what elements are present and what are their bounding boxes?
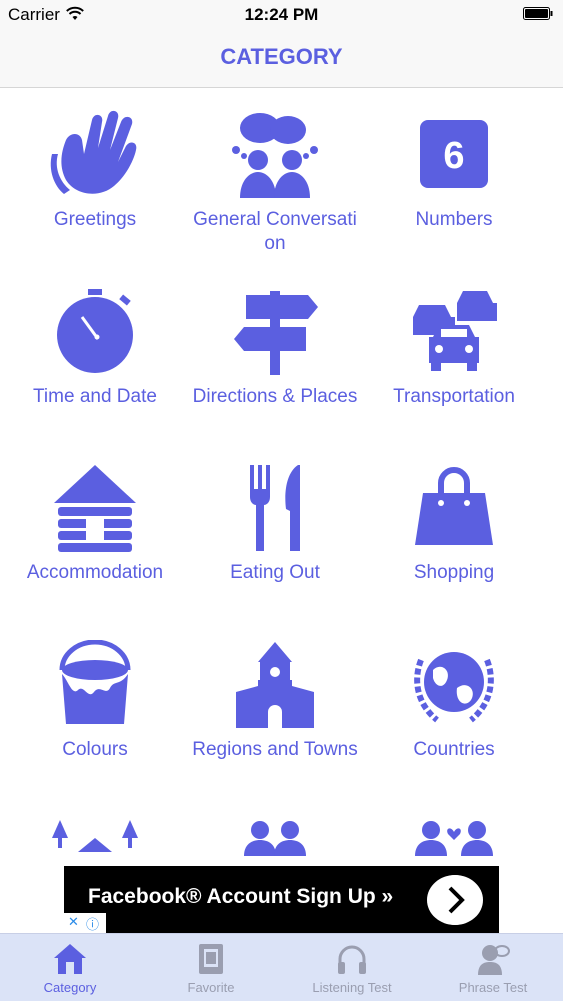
person-speech-icon xyxy=(478,945,510,975)
tab-listening-test[interactable]: Listening Test xyxy=(282,934,422,1001)
category-label: Numbers xyxy=(415,209,493,230)
ad-close-button[interactable]: ✕ ⓘ xyxy=(64,913,106,933)
tab-bar: Category Favorite Listening Test Phrase … xyxy=(0,933,563,1001)
signpost-icon xyxy=(234,291,318,375)
category-numbers[interactable]: 6 Numbers xyxy=(360,110,548,232)
fork-knife-icon xyxy=(250,465,300,551)
close-icon[interactable]: ✕ xyxy=(68,914,79,930)
home-icon xyxy=(54,944,86,974)
shopping-bag-icon xyxy=(415,467,493,545)
category-accommodation[interactable]: Accommodation xyxy=(1,463,189,585)
category-transportation[interactable]: Transportation xyxy=(360,287,548,409)
category-eating-out[interactable]: Eating Out xyxy=(181,463,369,585)
category-general-conversation[interactable]: General Conversation xyxy=(181,110,369,256)
category-label: Accommodation xyxy=(26,562,164,583)
clock: 12:24 PM xyxy=(244,5,319,24)
category-label: Greetings xyxy=(53,209,137,230)
chevron-right-icon[interactable] xyxy=(427,875,483,925)
category-label: General Conversation xyxy=(193,209,357,254)
info-icon[interactable]: ⓘ xyxy=(86,914,99,933)
category-label: Directions & Places xyxy=(192,386,358,407)
church-icon xyxy=(236,642,314,728)
ad-text: Facebook® Account Sign Up » xyxy=(88,885,394,908)
tab-category[interactable]: Category xyxy=(0,934,140,1001)
tab-label: Listening Test xyxy=(312,980,392,995)
conversation-icon xyxy=(232,113,318,198)
category-regions-and-towns[interactable]: Regions and Towns xyxy=(181,640,369,762)
status-bar: Carrier 12:24 PM xyxy=(0,0,563,30)
paint-bucket-icon xyxy=(59,640,131,724)
clapping-hands-icon xyxy=(50,110,137,194)
category-colours[interactable]: Colours xyxy=(1,640,189,762)
cars-icon xyxy=(413,291,497,371)
tab-phrase-test[interactable]: Phrase Test xyxy=(423,934,563,1001)
number-six-icon: 6 xyxy=(420,120,488,188)
category-countries[interactable]: Countries xyxy=(360,640,548,762)
tab-label: Favorite xyxy=(187,980,235,995)
globe-laurel-icon xyxy=(414,652,494,723)
svg-text:6: 6 xyxy=(443,135,464,177)
category-directions-places[interactable]: Directions & Places xyxy=(181,287,369,409)
tab-favorite[interactable]: Favorite xyxy=(141,934,281,1001)
headphones-icon xyxy=(338,945,366,974)
category-label: Countries xyxy=(413,739,495,760)
stopwatch-icon xyxy=(57,289,133,373)
category-greetings[interactable]: Greetings xyxy=(1,110,189,232)
book-icon xyxy=(199,944,223,974)
ad-banner[interactable]: Facebook® Account Sign Up » ✕ ⓘ xyxy=(64,866,499,933)
category-shopping[interactable]: Shopping xyxy=(360,463,548,585)
category-label: Regions and Towns xyxy=(192,739,358,760)
category-grid: Greetings General Conversation 6 Numbers xyxy=(0,88,563,933)
category-label: Transportation xyxy=(393,386,515,407)
battery-icon xyxy=(523,7,553,20)
tab-label: Phrase Test xyxy=(458,980,528,995)
category-label: Shopping xyxy=(413,562,495,583)
category-label: Eating Out xyxy=(230,562,320,583)
navigation-bar: CATEGORY xyxy=(0,30,563,88)
category-label: Time and Date xyxy=(33,386,157,407)
tab-label: Category xyxy=(43,980,97,995)
category-time-and-date[interactable]: Time and Date xyxy=(1,287,189,409)
category-label: Colours xyxy=(62,739,128,760)
page-title: CATEGORY xyxy=(220,44,343,69)
log-cabin-icon xyxy=(54,465,136,552)
